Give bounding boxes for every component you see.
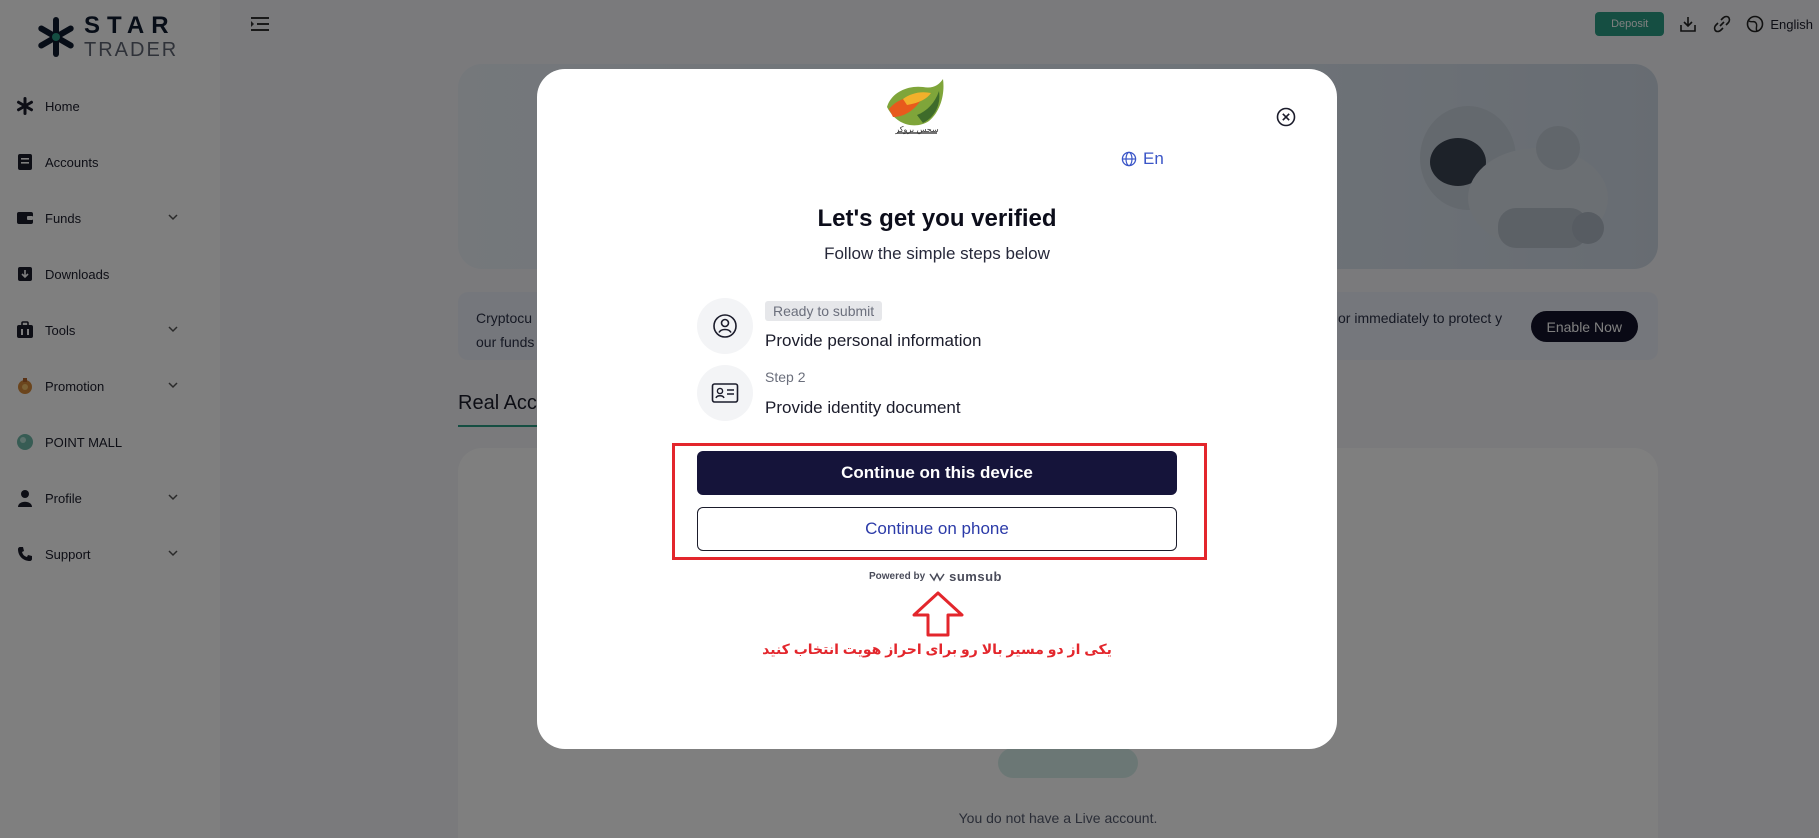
step-status-badge: Ready to submit [765,301,883,321]
powered-by-label: Powered by [869,571,926,582]
modal-language-label: En [1143,149,1164,168]
step-number-label: Step 2 [765,369,806,385]
powered-by-sumsub[interactable]: Powered by sumsub [869,569,1002,584]
modal-title: Let's get you verified [817,205,1057,232]
step-personal-info: Ready to submit Provide personal informa… [697,298,1097,354]
sumsub-logo-icon [929,571,945,581]
modal-subtitle: Follow the simple steps below [824,244,1050,263]
svg-text:سحس بروکر: سحس بروکر [894,125,939,134]
up-arrow-annotation-icon [912,591,964,637]
continue-on-device-button[interactable]: Continue on this device [697,451,1177,495]
sumsub-brand-text: sumsub [949,569,1002,584]
id-card-icon [697,365,753,421]
continue-on-phone-button[interactable]: Continue on phone [697,507,1177,551]
close-icon[interactable] [1275,106,1297,128]
step-label: Provide personal information [765,331,982,350]
globe-icon [1121,151,1137,167]
annotation-instruction-text: یکی از دو مسیر بالا رو برای احراز هویت ا… [762,641,1112,657]
broker-logo: سحس بروکر [887,79,944,134]
modal-language-switch[interactable]: En [1121,149,1164,169]
step-label: Provide identity document [765,398,961,417]
step-identity-document: Step 2 Provide identity document [697,365,1097,421]
user-circle-icon [697,298,753,354]
verification-modal: سحس بروکر En Let's get you verified Foll… [537,69,1337,749]
